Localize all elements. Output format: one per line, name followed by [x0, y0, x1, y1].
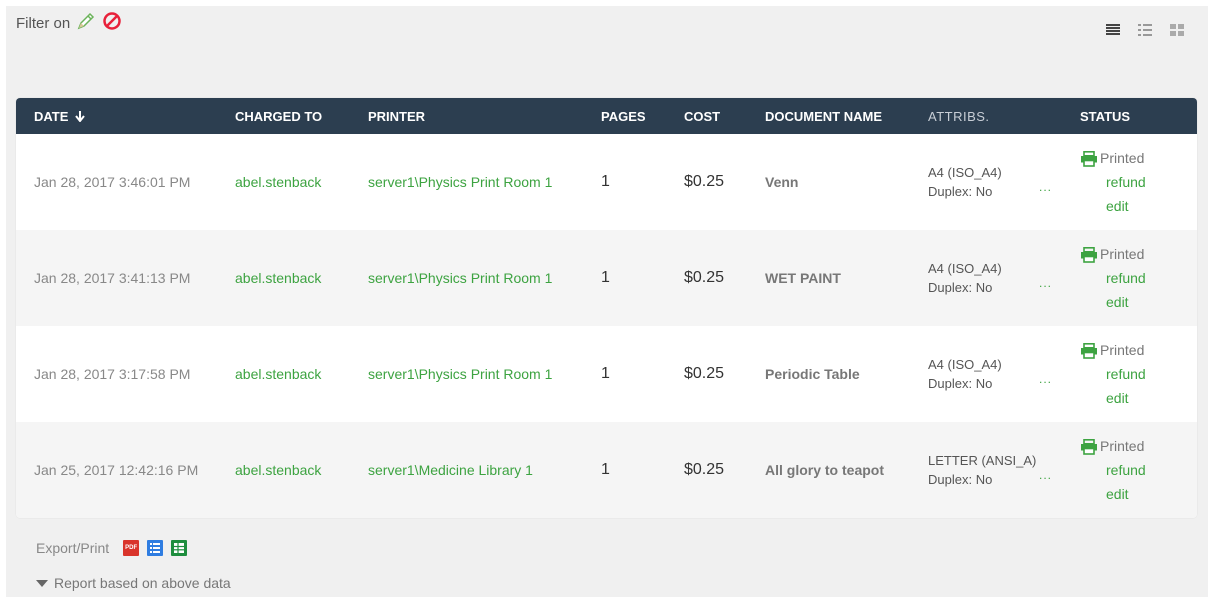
cell-status: Printed refund edit	[1062, 422, 1197, 518]
cell-charged-to-link[interactable]: abel.stenback	[217, 134, 350, 230]
column-header-cost[interactable]: COST	[666, 98, 747, 134]
print-log-table: DATE CHARGED TO PRINTER PAGES COST DOCUM…	[16, 98, 1197, 518]
more-attribs-link[interactable]: ...	[1039, 466, 1052, 485]
caret-down-icon	[36, 579, 48, 587]
pencil-icon[interactable]	[76, 11, 96, 35]
printer-icon	[1080, 246, 1097, 263]
edit-link[interactable]: edit	[1080, 290, 1197, 314]
edit-link[interactable]: edit	[1080, 386, 1197, 410]
more-attribs-link[interactable]: ...	[1039, 274, 1052, 293]
filter-label: Filter on	[16, 14, 71, 32]
cell-document-name: Periodic Table	[765, 366, 860, 382]
view-toggle	[1106, 24, 1184, 36]
spreadsheet-export-icon[interactable]	[171, 540, 188, 556]
cell-pages: 1	[601, 173, 610, 190]
printer-icon	[1080, 150, 1097, 167]
table-row: Jan 28, 2017 3:41:13 PM abel.stenback se…	[16, 230, 1197, 326]
report-label: Report based on above data	[54, 575, 231, 591]
cell-printer-link[interactable]: server1\Physics Print Room 1	[350, 230, 583, 326]
refund-link[interactable]: refund	[1080, 266, 1197, 290]
more-attribs-link[interactable]: ...	[1039, 370, 1052, 389]
report-toggle[interactable]: Report based on above data	[36, 575, 231, 591]
status-text: Printed	[1100, 438, 1145, 454]
cell-attribs: A4 (ISO_A4) Duplex: No ...	[910, 230, 1062, 326]
cell-status: Printed refund edit	[1062, 134, 1197, 230]
refund-link[interactable]: refund	[1080, 170, 1197, 194]
cell-document-name: WET PAINT	[765, 270, 841, 286]
refund-link[interactable]: refund	[1080, 458, 1197, 482]
csv-export-icon[interactable]	[147, 540, 164, 556]
status-text: Printed	[1100, 342, 1145, 358]
column-header-date[interactable]: DATE	[16, 98, 217, 134]
column-header-attribs: ATTRIBS.	[928, 108, 990, 124]
cell-cost: $0.25	[684, 461, 725, 478]
arrow-down-icon	[75, 109, 85, 124]
pdf-export-icon[interactable]: PDF	[123, 540, 140, 556]
printer-icon	[1080, 342, 1097, 359]
more-attribs-link[interactable]: ...	[1039, 178, 1052, 197]
cell-status: Printed refund edit	[1062, 230, 1197, 326]
dense-list-view-icon[interactable]	[1106, 24, 1120, 36]
column-header-pages[interactable]: PAGES	[583, 98, 666, 134]
cell-pages: 1	[601, 269, 610, 286]
cell-date: Jan 28, 2017 3:17:58 PM	[34, 366, 191, 382]
list-view-icon[interactable]	[1138, 24, 1152, 36]
cell-status: Printed refund edit	[1062, 326, 1197, 422]
cell-charged-to-link[interactable]: abel.stenback	[217, 230, 350, 326]
cell-printer-link[interactable]: server1\Physics Print Room 1	[350, 326, 583, 422]
cell-cost: $0.25	[684, 269, 725, 286]
export-print-label: Export/Print	[36, 540, 110, 556]
cell-attribs: A4 (ISO_A4) Duplex: No ...	[910, 326, 1062, 422]
status-text: Printed	[1100, 246, 1145, 262]
cell-cost: $0.25	[684, 173, 725, 190]
cell-date: Jan 28, 2017 3:41:13 PM	[34, 270, 191, 286]
cell-attribs: LETTER (ANSI_A) Duplex: No ...	[910, 422, 1062, 518]
cell-printer-link[interactable]: server1\Physics Print Room 1	[350, 134, 583, 230]
column-header-charged-to[interactable]: CHARGED TO	[217, 98, 350, 134]
grid-view-icon[interactable]	[1170, 24, 1184, 36]
table-header: DATE CHARGED TO PRINTER PAGES COST DOCUM…	[16, 98, 1197, 134]
filter-bar: Filter on	[16, 12, 122, 34]
edit-link[interactable]: edit	[1080, 194, 1197, 218]
cell-pages: 1	[601, 365, 610, 382]
cell-document-name: Venn	[765, 174, 799, 190]
clear-filter-icon[interactable]	[102, 11, 122, 35]
cell-date: Jan 28, 2017 3:46:01 PM	[34, 174, 191, 190]
printer-icon	[1080, 438, 1097, 455]
edit-link[interactable]: edit	[1080, 482, 1197, 506]
cell-pages: 1	[601, 461, 610, 478]
cell-date: Jan 25, 2017 12:42:16 PM	[34, 462, 199, 478]
table-row: Jan 28, 2017 3:46:01 PM abel.stenback se…	[16, 134, 1197, 230]
export-print-bar: Export/Print PDF	[36, 540, 188, 556]
column-header-printer[interactable]: PRINTER	[350, 98, 583, 134]
cell-charged-to-link[interactable]: abel.stenback	[217, 422, 350, 518]
cell-cost: $0.25	[684, 365, 725, 382]
column-header-document-name[interactable]: DOCUMENT NAME	[747, 98, 910, 134]
status-text: Printed	[1100, 150, 1145, 166]
cell-attribs: A4 (ISO_A4) Duplex: No ...	[910, 134, 1062, 230]
cell-charged-to-link[interactable]: abel.stenback	[217, 326, 350, 422]
cell-document-name: All glory to teapot	[765, 462, 884, 478]
table-row: Jan 25, 2017 12:42:16 PM abel.stenback s…	[16, 422, 1197, 518]
refund-link[interactable]: refund	[1080, 362, 1197, 386]
cell-printer-link[interactable]: server1\Medicine Library 1	[350, 422, 583, 518]
column-header-status[interactable]: STATUS	[1062, 98, 1197, 134]
table-row: Jan 28, 2017 3:17:58 PM abel.stenback se…	[16, 326, 1197, 422]
